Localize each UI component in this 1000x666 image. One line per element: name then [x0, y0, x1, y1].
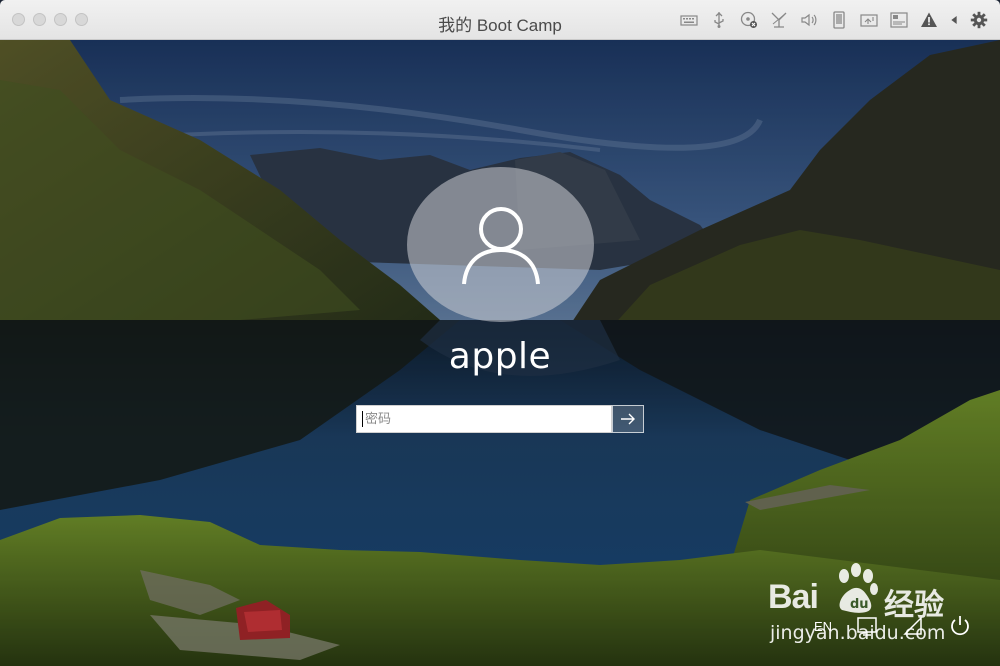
cd-disabled-icon[interactable]	[738, 9, 760, 31]
watermark-brand: Bai	[768, 578, 819, 616]
gear-icon[interactable]	[968, 9, 990, 31]
password-input[interactable]	[356, 405, 612, 433]
phone-icon[interactable]	[828, 9, 850, 31]
login-screen: apple EN Bai du 经验 jingyan.baidu.com	[0, 40, 1000, 666]
minimize-window-button[interactable]	[33, 13, 46, 26]
warning-icon[interactable]	[918, 9, 940, 31]
keyboard-icon[interactable]	[678, 9, 700, 31]
watermark-url: jingyan.baidu.com	[770, 622, 946, 644]
user-icon	[461, 206, 540, 284]
text-caret	[362, 411, 363, 427]
paw-logo-icon: du	[839, 563, 878, 613]
usb-icon[interactable]	[708, 9, 730, 31]
toolbar-icons	[670, 9, 990, 31]
close-window-button[interactable]	[12, 13, 25, 26]
submit-button[interactable]	[612, 405, 644, 433]
arrow-right-icon	[621, 413, 635, 425]
title-bar: 我的 Boot Camp	[0, 0, 1000, 40]
network-icon[interactable]	[768, 9, 790, 31]
vm-window: 我的 Boot Camp apple EN Bai du 经验 jingyan.…	[0, 0, 1000, 666]
fullscreen-window-button[interactable]	[75, 13, 88, 26]
username-label: apple	[448, 336, 552, 377]
zoom-window-button[interactable]	[54, 13, 67, 26]
shared-folder-icon[interactable]	[858, 9, 880, 31]
user-avatar	[407, 167, 594, 322]
sound-icon[interactable]	[798, 9, 820, 31]
svg-text:du: du	[850, 597, 869, 612]
display-icon[interactable]	[888, 9, 910, 31]
collapse-arrow-icon[interactable]	[948, 9, 960, 31]
watermark-suffix: 经验	[884, 588, 944, 623]
baidu-watermark: Bai du 经验 jingyan.baidu.com	[768, 560, 978, 648]
